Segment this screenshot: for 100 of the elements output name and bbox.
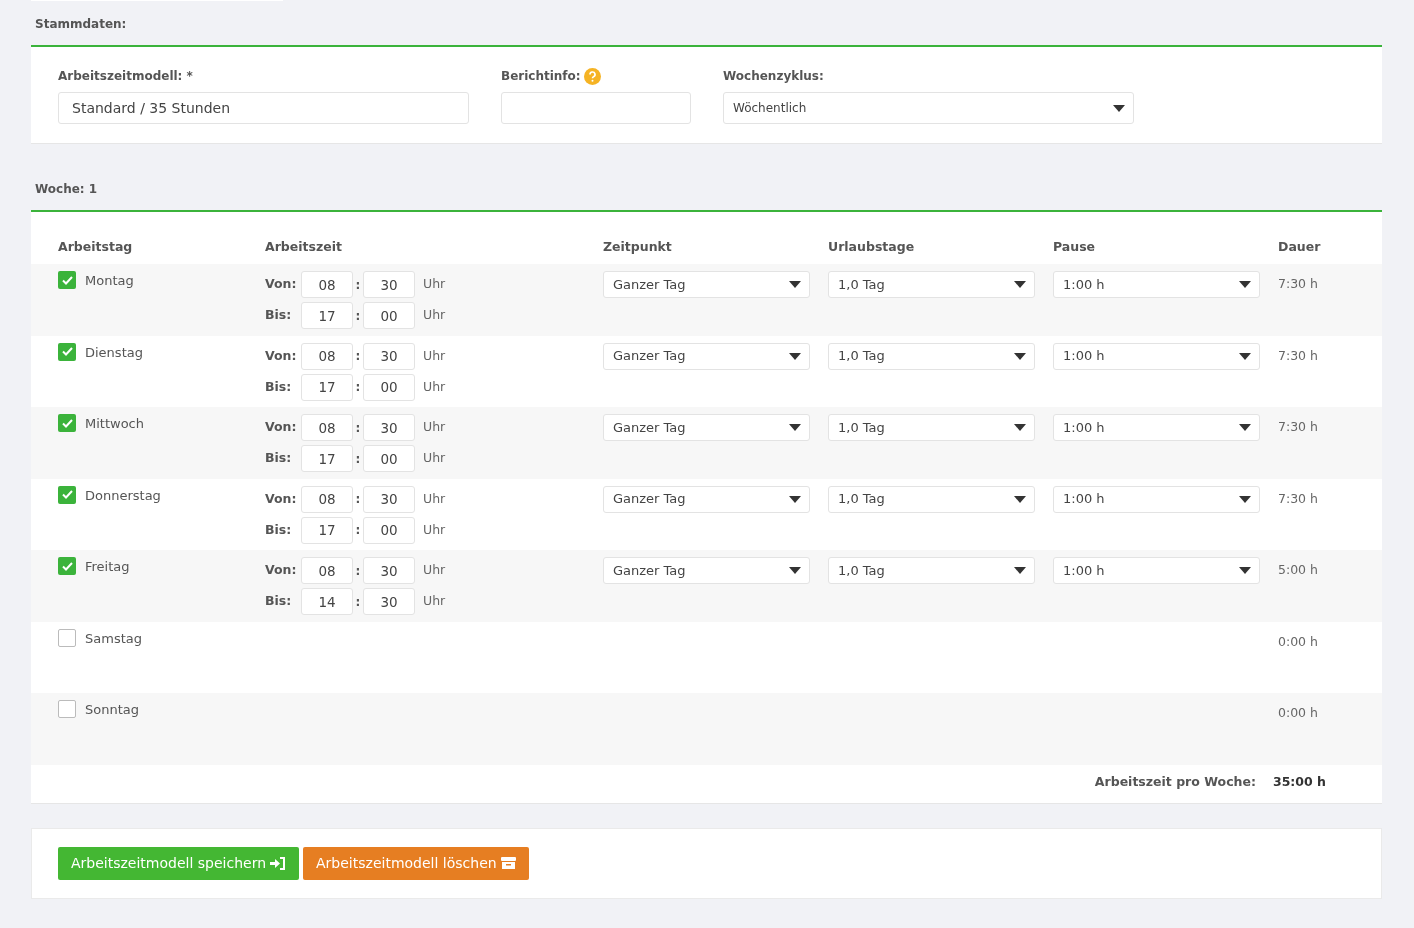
dropdown[interactable]: 1:00 h: [1053, 342, 1260, 370]
hour-field[interactable]: 08: [301, 414, 353, 441]
separator: :: [354, 348, 362, 365]
input-field[interactable]: [501, 92, 691, 124]
unit-label: Uhr: [423, 489, 446, 508]
checkbox[interactable]: [58, 342, 76, 361]
day-label: Samstag: [85, 629, 142, 648]
duration-text: 7:30 h: [1278, 419, 1318, 434]
duration-text: 7:30 h: [1278, 347, 1318, 363]
minute-field[interactable]: 30: [363, 485, 415, 513]
minute-field[interactable]: 00: [363, 516, 415, 544]
caret-icon: [1239, 495, 1251, 503]
column-header: Arbeitstag: [58, 238, 134, 256]
minute-field[interactable]: 30: [363, 588, 415, 615]
checkbox[interactable]: [58, 485, 76, 504]
caret-icon: [1014, 424, 1026, 431]
field-label: Berichtinfo:: [501, 68, 581, 85]
day-label: Sonntag: [85, 701, 139, 719]
day-label: Montag: [85, 272, 134, 290]
dropdown[interactable]: 1,0 Tag: [828, 557, 1035, 584]
dropdown[interactable]: Ganzer Tag: [603, 271, 810, 298]
column-header: Pause: [1053, 238, 1097, 256]
hour-field[interactable]: 08: [301, 557, 353, 584]
dropdown[interactable]: 1:00 h: [1053, 485, 1260, 513]
time-label: Von:: [265, 418, 298, 437]
minute-field[interactable]: 30: [363, 342, 415, 370]
minute-field[interactable]: 00: [363, 445, 415, 472]
section-heading: Woche: 1: [34, 181, 99, 198]
hour-field[interactable]: 17: [301, 516, 353, 544]
help-icon[interactable]: [583, 67, 601, 85]
input-field[interactable]: Standard / 35 Stunden: [58, 92, 469, 124]
checkbox[interactable]: [58, 557, 76, 575]
hour-field[interactable]: 17: [301, 302, 353, 329]
column-header: Urlaubstage: [828, 238, 916, 256]
dropdown[interactable]: 1:00 h: [1053, 414, 1260, 441]
time-label: Von:: [265, 489, 298, 508]
checkbox[interactable]: [58, 271, 76, 289]
minute-field[interactable]: 00: [363, 302, 415, 329]
separator: :: [354, 491, 362, 508]
dropdown[interactable]: 1,0 Tag: [828, 414, 1035, 441]
minute-field[interactable]: 30: [363, 557, 415, 584]
separator: :: [354, 307, 362, 325]
separator: :: [354, 450, 362, 468]
unit-label: Uhr: [423, 449, 446, 468]
hour-field[interactable]: 14: [301, 588, 353, 615]
caret-icon: [789, 352, 801, 360]
field-label: Arbeitszeitmodell: *: [58, 68, 193, 85]
dropdown[interactable]: Ganzer Tag: [603, 557, 810, 584]
dropdown[interactable]: Ganzer Tag: [603, 485, 810, 513]
caret-icon: [1014, 352, 1026, 360]
hour-field[interactable]: 17: [301, 373, 353, 401]
dropdown[interactable]: 1,0 Tag: [828, 342, 1035, 370]
check-icon: [61, 418, 73, 428]
separator: :: [354, 593, 362, 611]
day-label: Freitag: [85, 558, 130, 576]
checkbox[interactable]: [58, 700, 76, 718]
column-header: Zeitpunkt: [603, 238, 673, 256]
caret-icon: [1014, 567, 1026, 574]
day-label: Dienstag: [85, 343, 143, 362]
separator: :: [354, 522, 362, 539]
minute-field[interactable]: 30: [363, 271, 415, 298]
section-heading: Stammdaten:: [34, 16, 128, 33]
duration-text: 0:00 h: [1278, 705, 1318, 720]
separator: :: [354, 276, 362, 294]
dropdown[interactable]: Ganzer Tag: [603, 414, 810, 441]
checkbox[interactable]: [58, 628, 76, 647]
caret-icon: [1113, 104, 1125, 112]
time-label: Bis:: [265, 449, 293, 468]
time-label: Bis:: [265, 377, 293, 396]
dropdown[interactable]: 1,0 Tag: [828, 271, 1035, 298]
unit-label: Uhr: [423, 418, 446, 437]
check-icon: [61, 561, 73, 571]
unit-label: Uhr: [423, 377, 446, 396]
duration-text: 5:00 h: [1278, 562, 1318, 577]
hour-field[interactable]: 08: [301, 342, 353, 370]
check-icon: [61, 490, 73, 499]
duration-text: 7:30 h: [1278, 490, 1318, 506]
check-icon: [61, 347, 73, 356]
hour-field[interactable]: 08: [301, 485, 353, 513]
minute-field[interactable]: 30: [363, 414, 415, 441]
dropdown[interactable]: Wöchentlich: [723, 92, 1134, 124]
unit-label: Uhr: [423, 275, 446, 294]
time-label: Von:: [265, 275, 298, 294]
caret-icon: [1239, 281, 1251, 288]
dropdown[interactable]: 1:00 h: [1053, 557, 1260, 584]
dropdown[interactable]: Ganzer Tag: [603, 342, 810, 370]
day-label: Donnerstag: [85, 486, 161, 505]
total-value: 35:00 h: [1272, 772, 1326, 791]
duration-text: 0:00 h: [1278, 633, 1318, 649]
minute-field[interactable]: 00: [363, 373, 415, 401]
caret-icon: [789, 567, 801, 574]
caret-icon: [1239, 352, 1251, 360]
dropdown[interactable]: 1:00 h: [1053, 271, 1260, 298]
dropdown[interactable]: 1,0 Tag: [828, 485, 1035, 513]
checkbox[interactable]: [58, 414, 76, 432]
unit-label: Uhr: [423, 306, 446, 325]
hour-field[interactable]: 08: [301, 271, 353, 298]
hour-field[interactable]: 17: [301, 445, 353, 472]
time-label: Bis:: [265, 592, 293, 611]
caret-icon: [789, 495, 801, 503]
